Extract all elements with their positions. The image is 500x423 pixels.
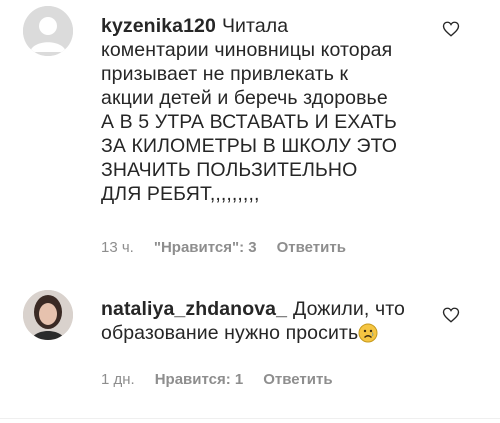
divider xyxy=(0,418,500,419)
comment-item: nataliya_zhdanova_ Дожили, что образовани… xyxy=(0,270,500,410)
default-avatar-icon xyxy=(23,6,73,56)
comment-username[interactable]: nataliya_zhdanova_ xyxy=(101,298,287,320)
avatar[interactable] xyxy=(23,6,73,56)
reply-button[interactable]: Ответить xyxy=(263,371,332,388)
comment-meta: 1 дн. Нравится: 1 Ответить xyxy=(101,371,333,388)
reply-button[interactable]: Ответить xyxy=(277,239,346,256)
comment-item: kyzenika120 Читала коментарии чиновницы к… xyxy=(0,0,500,270)
comment-timestamp[interactable]: 1 дн. xyxy=(101,371,135,388)
heart-icon[interactable] xyxy=(442,20,460,38)
user-photo-avatar xyxy=(23,290,73,340)
comment-body: Читала коментарии чиновницы которая приз… xyxy=(101,15,397,205)
sad-emoji-icon xyxy=(358,323,378,343)
heart-icon[interactable] xyxy=(442,306,460,324)
comment-likes[interactable]: "Нравится": 3 xyxy=(154,239,257,256)
comment-likes[interactable]: Нравится: 1 xyxy=(155,371,244,388)
comment-username[interactable]: kyzenika120 xyxy=(101,15,216,37)
comment-text-block: kyzenika120 Читала коментарии чиновницы к… xyxy=(101,14,401,206)
avatar[interactable] xyxy=(23,290,73,340)
comment-meta: 13 ч. "Нравится": 3 Ответить xyxy=(101,239,346,256)
comment-text-block: nataliya_zhdanova_ Дожили, что образовани… xyxy=(101,297,431,345)
comment-timestamp[interactable]: 13 ч. xyxy=(101,239,134,256)
